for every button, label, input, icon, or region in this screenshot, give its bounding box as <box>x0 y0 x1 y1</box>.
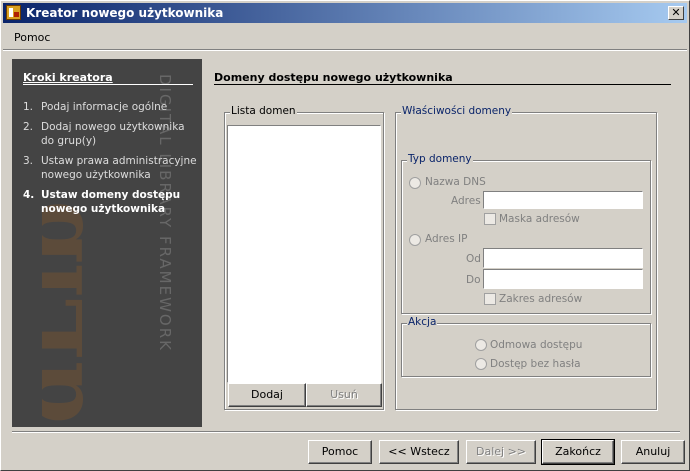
ip-to-field[interactable] <box>483 269 643 289</box>
step-label: Dodaj nowego użytkownika do grup(y) <box>41 121 185 147</box>
to-label: Do <box>466 274 481 286</box>
window-title: Kreator nowego użytkownika <box>26 6 224 20</box>
title-underline <box>214 84 671 85</box>
address-range-checkbox[interactable] <box>484 293 496 305</box>
wizard-window: Kreator nowego użytkownika ✕ Pomoc DIGIT… <box>0 0 690 471</box>
step-item-3: 3. Ustaw prawa administracyjne nowego uży… <box>23 155 197 181</box>
domain-list-group: Lista domen Dodaj Usuń <box>224 105 384 410</box>
address-mask-label: Maska adresów <box>499 213 580 225</box>
address-mask-checkbox[interactable] <box>484 213 496 225</box>
from-label: Od <box>466 253 481 265</box>
back-button[interactable]: << Wstecz <box>379 440 459 464</box>
remove-domain-button[interactable]: Usuń <box>306 383 382 407</box>
footer-separator-highlight <box>12 432 680 433</box>
close-button[interactable]: ✕ <box>668 6 684 20</box>
finish-button[interactable]: Zakończ <box>541 439 615 465</box>
action-label: Akcja <box>407 316 438 328</box>
title-bar[interactable]: Kreator nowego użytkownika ✕ <box>3 3 687 23</box>
cancel-button[interactable]: Anuluj <box>621 440 685 464</box>
next-button[interactable]: Dalej >> <box>466 440 536 464</box>
deny-access-radio[interactable] <box>475 339 487 351</box>
step-item-1: 1. Podaj informacje ogólne <box>23 101 168 113</box>
domain-properties-label: Właściwości domeny <box>401 105 513 117</box>
app-icon <box>6 5 21 20</box>
address-field[interactable] <box>483 191 643 209</box>
no-password-label: Dostęp bez hasła <box>490 358 581 370</box>
wizard-steps-sidebar: DIGITAL LIBRARY FRAMEWORK dLib Kroki kre… <box>12 59 202 427</box>
address-label: Adres <box>451 195 481 207</box>
dns-label: Nazwa DNS <box>425 176 486 188</box>
page-title: Domeny dostępu nowego użytkownika <box>214 71 453 84</box>
deny-access-label: Odmowa dostępu <box>490 339 583 351</box>
step-item-4: 4. Ustaw domeny dostępu nowego użytkownik… <box>23 189 181 215</box>
menu-bar: Pomoc <box>3 25 687 50</box>
steps-list: 1. Podaj informacje ogólne 2. Dodaj nowego… <box>23 100 198 222</box>
svg-text:dLib: dLib <box>42 201 104 424</box>
step-label: Ustaw domeny dostępu nowego użytkownika <box>41 189 181 215</box>
sidebar-divider <box>23 84 193 85</box>
help-button[interactable]: Pomoc <box>308 440 372 464</box>
domain-list[interactable] <box>227 125 381 383</box>
menu-help[interactable]: Pomoc <box>14 31 50 44</box>
add-domain-button[interactable]: Dodaj <box>228 383 306 407</box>
address-range-label: Zakres adresów <box>499 293 583 305</box>
step-label: Ustaw prawa administracyjne nowego użytk… <box>41 155 197 181</box>
no-password-radio[interactable] <box>475 358 487 370</box>
sidebar-title: Kroki kreatora <box>23 71 113 84</box>
dns-radio[interactable] <box>409 177 421 189</box>
ip-from-field[interactable] <box>483 248 643 268</box>
domain-type-label: Typ domeny <box>407 153 473 165</box>
ip-label: Adres IP <box>425 233 468 245</box>
ip-radio[interactable] <box>409 234 421 246</box>
domain-list-label: Lista domen <box>230 105 297 117</box>
step-label: Podaj informacje ogólne <box>41 101 168 113</box>
menu-separator <box>3 50 687 51</box>
step-item-2: 2. Dodaj nowego użytkownika do grup(y) <box>23 121 185 147</box>
